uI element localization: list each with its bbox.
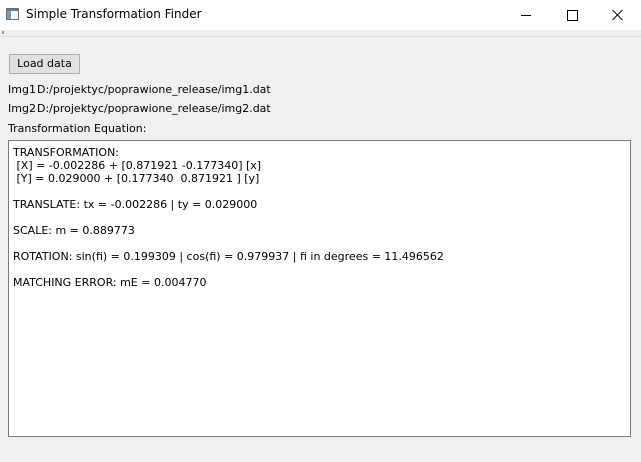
maximize-button[interactable]	[549, 0, 595, 30]
img2-row: Img2D:/projektyc/poprawione_release/img2…	[8, 102, 271, 115]
load-data-button[interactable]: Load data	[9, 54, 80, 74]
output-line: [X] = -0.002286 + [0.871921 -0.177340] […	[13, 159, 262, 172]
output-line: [Y] = 0.029000 + [0.177340 0.871921 ] [y…	[13, 172, 260, 185]
equation-label: Transformation Equation:	[8, 122, 147, 135]
maximize-icon	[566, 9, 578, 21]
output-line: ROTATION: sin(fi) = 0.199309 | cos(fi) =…	[13, 250, 444, 263]
output-line: MATCHING ERROR: mE = 0.004770	[13, 276, 207, 289]
app-icon	[6, 8, 19, 20]
toolbar-grip[interactable]	[2, 31, 4, 34]
img1-row: Img1D:/projektyc/poprawione_release/img1…	[8, 83, 271, 96]
minimize-icon	[521, 14, 531, 16]
output-line: TRANSFORMATION:	[13, 146, 119, 159]
img1-label: Img1	[8, 83, 36, 96]
output-line: TRANSLATE: tx = -0.002286 | ty = 0.02900…	[13, 198, 258, 211]
output-textbox[interactable]: TRANSFORMATION: [X] = -0.002286 + [0.871…	[8, 140, 631, 437]
close-icon	[612, 9, 624, 21]
app-window: Simple Transformation Finder Load data I…	[0, 0, 641, 462]
window-title: Simple Transformation Finder	[26, 7, 202, 21]
close-button[interactable]	[595, 0, 641, 30]
img2-label: Img2	[8, 102, 36, 115]
output-line: SCALE: m = 0.889773	[13, 224, 135, 237]
img2-path: D:/projektyc/poprawione_release/img2.dat	[37, 102, 271, 115]
minimize-button[interactable]	[503, 0, 549, 30]
toolbar-strip	[0, 30, 641, 37]
img1-path: D:/projektyc/poprawione_release/img1.dat	[37, 83, 271, 96]
title-bar[interactable]: Simple Transformation Finder	[0, 0, 641, 30]
